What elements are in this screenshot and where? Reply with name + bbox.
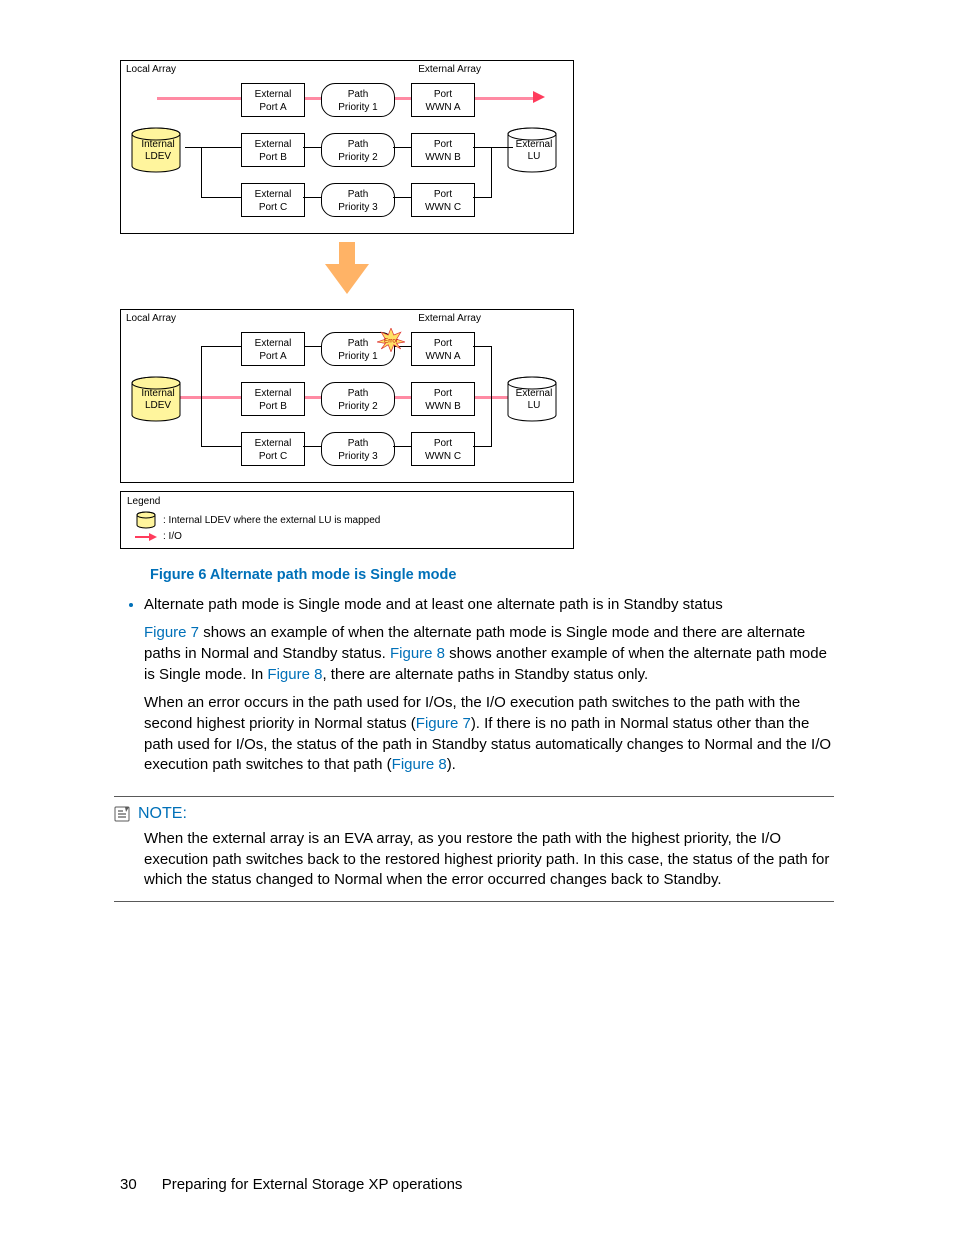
cylinder-icon xyxy=(135,511,157,529)
legend-cyl-text: : Internal LDEV where the external LU is… xyxy=(163,515,380,526)
local-array-label-2: Local Array xyxy=(126,313,176,324)
wwn-c: Port WWN C xyxy=(411,432,475,466)
bullet-paragraph-2: When an error occurs in the path used fo… xyxy=(144,693,834,776)
port-c: External Port C xyxy=(241,432,305,466)
path-3: Path Priority 3 xyxy=(321,183,395,217)
path-1: Path Priority 1 xyxy=(321,83,395,117)
external-array-label-2: External Array xyxy=(418,313,481,324)
wwn-a: Port WWN A xyxy=(411,83,475,117)
figure-8-link[interactable]: Figure 8 xyxy=(392,756,447,773)
path-2: Path Priority 2 xyxy=(321,133,395,167)
bullet-item: Alternate path mode is Single mode and a… xyxy=(144,595,834,776)
down-arrow-icon xyxy=(120,240,574,301)
diagram-top: Local Array External Array Internal LDEV xyxy=(120,60,574,234)
io-arrow-icon xyxy=(135,532,157,542)
legend-arrow-text: : I/O xyxy=(163,531,182,542)
svg-text:Error: Error xyxy=(384,338,398,345)
figure-8-link[interactable]: Figure 8 xyxy=(267,666,322,683)
chapter-title: Preparing for External Storage XP operat… xyxy=(162,1176,463,1193)
port-a: External Port A xyxy=(241,83,305,117)
page-footer: 30 Preparing for External Storage XP ope… xyxy=(120,1176,462,1193)
figure-7-link[interactable]: Figure 7 xyxy=(416,715,471,732)
external-lu: External LU xyxy=(505,376,563,428)
wwn-a: Port WWN A xyxy=(411,332,475,366)
port-b: External Port B xyxy=(241,133,305,167)
local-array-label: Local Array xyxy=(126,64,176,75)
internal-ldev: Internal LDEV xyxy=(129,376,187,428)
path-3: Path Priority 3 xyxy=(321,432,395,466)
legend: Legend : Internal LDEV where the externa… xyxy=(120,491,574,549)
legend-title: Legend xyxy=(127,496,567,507)
path-2: Path Priority 2 xyxy=(321,382,395,416)
bullet-lead: Alternate path mode is Single mode and a… xyxy=(144,596,723,613)
external-lu: External LU xyxy=(505,127,563,179)
port-a: External Port A xyxy=(241,332,305,366)
wwn-c: Port WWN C xyxy=(411,183,475,217)
figure-7-link[interactable]: Figure 7 xyxy=(144,624,199,641)
note-block: NOTE: When the external array is an EVA … xyxy=(114,796,834,902)
figure-8-link[interactable]: Figure 8 xyxy=(390,645,445,662)
arrowhead-icon xyxy=(533,91,547,105)
note-icon xyxy=(114,806,132,822)
port-c: External Port C xyxy=(241,183,305,217)
bullet-paragraph-1: Figure 7 shows an example of when the al… xyxy=(144,623,834,685)
diagram-bottom: Local Array External Array Error xyxy=(120,309,574,483)
port-b: External Port B xyxy=(241,382,305,416)
external-array-label: External Array xyxy=(418,64,481,75)
figure-diagram: Local Array External Array Internal LDEV xyxy=(120,60,574,549)
internal-ldev: Internal LDEV xyxy=(129,127,187,179)
figure-caption: Figure 6 Alternate path mode is Single m… xyxy=(150,567,834,583)
note-text: When the external array is an EVA array,… xyxy=(144,829,834,891)
error-star-icon: Error xyxy=(377,328,405,352)
wwn-b: Port WWN B xyxy=(411,133,475,167)
wwn-b: Port WWN B xyxy=(411,382,475,416)
note-label: NOTE: xyxy=(138,805,187,823)
page-number: 30 xyxy=(120,1176,137,1193)
